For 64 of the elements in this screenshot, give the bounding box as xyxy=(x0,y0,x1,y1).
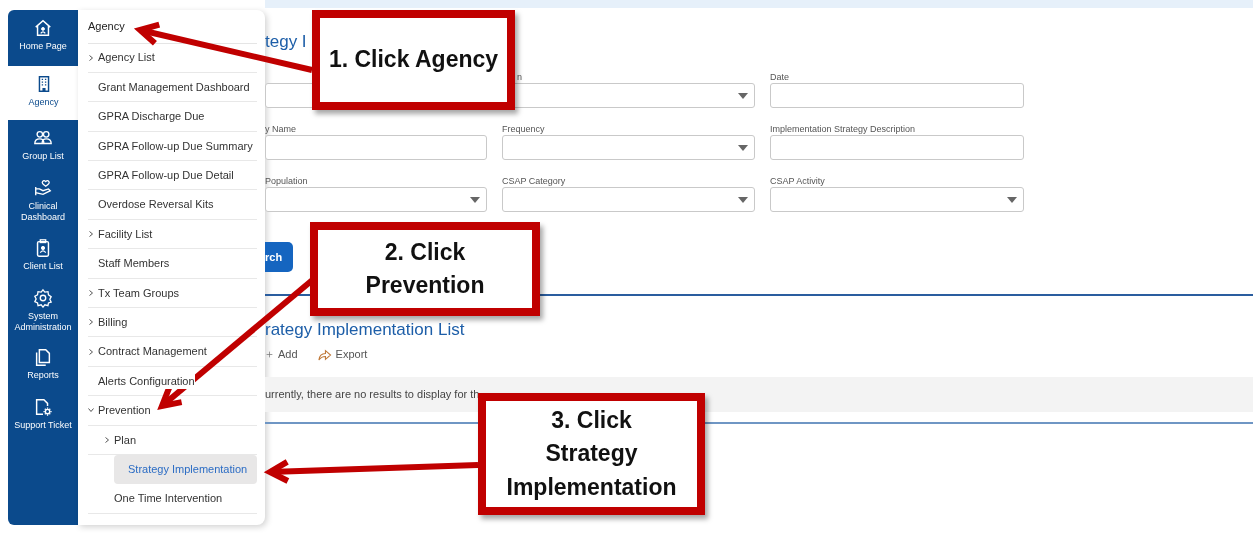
menu-item[interactable]: Contract Management xyxy=(88,337,257,367)
caret-icon xyxy=(738,92,748,99)
menu-item[interactable]: Prevention xyxy=(88,396,257,426)
annotation-tooltip: 2. Click Prevention xyxy=(310,222,540,316)
hand-heart-icon xyxy=(33,178,53,198)
chevron-right-icon xyxy=(88,231,94,238)
menu-item[interactable]: Agency List xyxy=(88,43,257,73)
chevron-right-icon xyxy=(88,289,94,296)
menu-item[interactable]: Strategy Implementation xyxy=(114,454,257,485)
sidebar-item[interactable]: Agency xyxy=(8,66,79,120)
annotation-tooltip: 1. Click Agency xyxy=(312,10,515,110)
field-label: Frequency xyxy=(502,123,546,135)
chevron-down-icon xyxy=(88,407,94,414)
sidebar-item[interactable]: Home Page xyxy=(8,10,78,66)
chevron-right-icon xyxy=(88,348,94,355)
field-label: Date xyxy=(770,71,790,83)
menu-item[interactable]: Facility List xyxy=(88,219,257,250)
field-label: y Name xyxy=(265,123,297,135)
menu-header: Agency xyxy=(88,18,257,44)
menu-item[interactable]: Plan xyxy=(88,425,257,455)
chevron-right-icon xyxy=(88,319,94,326)
caret-icon xyxy=(470,196,480,203)
caret-icon xyxy=(738,196,748,203)
sidebar-item[interactable]: Reports xyxy=(8,339,78,389)
home-icon xyxy=(33,18,53,38)
search-button[interactable]: rch xyxy=(265,242,293,272)
sidebar-item[interactable]: Clinical Dashboard xyxy=(8,170,78,230)
dropdown-field[interactable] xyxy=(502,135,755,160)
list-title: rategy Implementation List xyxy=(265,320,466,341)
menu-item[interactable]: Overdose Reversal Kits xyxy=(88,190,257,220)
chevron-right-icon xyxy=(88,54,94,61)
caret-icon xyxy=(738,144,748,151)
field-label: Implementation Strategy Description xyxy=(770,123,917,135)
annotation-tooltip: 3. Click Strategy Implementation xyxy=(478,393,705,515)
input-field[interactable] xyxy=(770,83,1024,108)
menu-item[interactable]: Staff Members xyxy=(88,249,257,279)
chevron-right-icon xyxy=(104,436,110,443)
input-field[interactable] xyxy=(770,135,1024,160)
sidebar-item[interactable]: Group List xyxy=(8,120,78,170)
sidebar-item[interactable]: System Administration xyxy=(8,279,78,339)
ticket-gear-icon xyxy=(33,397,53,417)
sidebar-item[interactable]: Support Ticket xyxy=(8,389,78,446)
dropdown-field[interactable] xyxy=(265,187,487,212)
field-label: Population xyxy=(265,175,309,187)
dropdown-field[interactable] xyxy=(770,187,1024,212)
field-label: CSAP Category xyxy=(502,175,567,187)
caret-icon xyxy=(1007,196,1017,203)
export-button[interactable]: Export xyxy=(315,346,368,363)
menu-item[interactable]: Billing xyxy=(88,308,257,338)
menu-item[interactable]: GPRA Discharge Due xyxy=(88,102,257,132)
plus-icon xyxy=(265,350,274,360)
field-label: n xyxy=(516,71,523,83)
menu-item[interactable]: One Time Intervention xyxy=(88,484,257,514)
input-field[interactable] xyxy=(265,135,487,160)
field-label: CSAP Activity xyxy=(770,175,826,187)
dropdown-field[interactable] xyxy=(502,187,755,212)
add-button[interactable]: Add xyxy=(265,346,298,363)
page-title: tegy I xyxy=(265,32,307,53)
menu-item[interactable]: Tx Team Groups xyxy=(88,278,257,308)
settings-icon xyxy=(33,287,53,308)
menu-item[interactable]: GPRA Follow-up Due Detail xyxy=(88,161,257,191)
documents-icon xyxy=(33,347,53,367)
sidebar-item[interactable]: Client List xyxy=(8,229,78,280)
menu-item[interactable]: Alerts Configuration xyxy=(88,366,257,397)
